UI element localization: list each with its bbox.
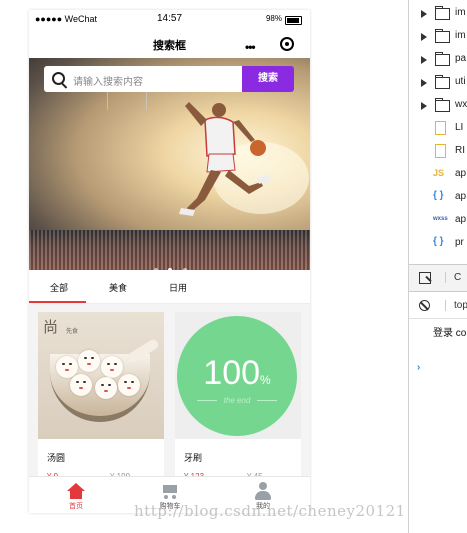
file-tree-file[interactable]: { } ap bbox=[409, 186, 467, 208]
tab-food[interactable]: 美食 bbox=[109, 281, 127, 294]
folder-name: im bbox=[455, 30, 466, 41]
search-bar[interactable]: 请输入搜索内容 bbox=[44, 66, 242, 92]
console-prompt-icon[interactable]: › bbox=[417, 362, 420, 373]
file-name: ap bbox=[455, 168, 467, 179]
home-icon bbox=[67, 483, 85, 499]
battery-percent: 98% bbox=[265, 14, 282, 23]
dumpling-graphic bbox=[101, 356, 123, 378]
file-name: LI bbox=[455, 122, 464, 133]
file-tree-file[interactable]: JS ap bbox=[409, 163, 467, 185]
folder-icon bbox=[435, 52, 450, 66]
product-image-toothbrush[interactable]: 100% the end bbox=[175, 312, 301, 439]
tabbar-home[interactable]: 首页 bbox=[29, 477, 123, 513]
console-filter-row: top bbox=[409, 294, 467, 319]
file-tree-folder[interactable]: im bbox=[409, 2, 467, 24]
close-miniprogram-icon[interactable] bbox=[280, 37, 294, 51]
tab-console[interactable]: C bbox=[445, 272, 461, 283]
image-caption: the end bbox=[223, 396, 251, 405]
folder-name: pa bbox=[455, 53, 467, 64]
category-tabs: 全部 美食 日用 bbox=[29, 270, 310, 304]
inspect-element-icon[interactable] bbox=[419, 272, 431, 284]
js-file-icon: JS bbox=[433, 168, 445, 178]
phone-simulator: ●●●●● WeChat 14:57 98% 搜索框 ••• 请输入搜索内容 搜… bbox=[29, 10, 310, 513]
file-tree-folder[interactable]: pa bbox=[409, 48, 467, 70]
file-name: ap bbox=[455, 214, 467, 225]
folder-icon bbox=[435, 29, 450, 43]
navigation-bar: 搜索框 ••• bbox=[29, 30, 310, 58]
folder-name: wx bbox=[455, 99, 467, 110]
file-tree-folder[interactable]: wx bbox=[409, 94, 467, 116]
search-input[interactable]: 请输入搜索内容 bbox=[73, 73, 143, 88]
expand-arrow-icon[interactable] bbox=[421, 33, 427, 41]
product-card[interactable]: 100% the end 牙刷 ¥ 123 ¥ 45 bbox=[175, 312, 301, 487]
tabbar-label: 首页 bbox=[69, 503, 83, 510]
tab-all[interactable]: 全部 bbox=[29, 281, 87, 303]
console-toolbar: C bbox=[409, 264, 467, 292]
console-log-line: 登录 co bbox=[433, 328, 467, 339]
status-time: 14:57 bbox=[157, 13, 183, 24]
expand-arrow-icon[interactable] bbox=[421, 10, 427, 18]
brand-subtitle: 先食 bbox=[66, 329, 79, 335]
screenshot: ●●●●● WeChat 14:57 98% 搜索框 ••• 请输入搜索内容 搜… bbox=[0, 0, 467, 533]
file-tree-file[interactable]: RI bbox=[409, 140, 467, 162]
status-bar: ●●●●● WeChat 14:57 98% bbox=[29, 10, 310, 30]
clear-console-icon[interactable] bbox=[419, 300, 430, 311]
image-number-value: 100 bbox=[203, 354, 261, 392]
devtools-panel: im im pa uti wx LI RI JS ap { } ap wxss ap … bbox=[408, 0, 467, 533]
context-selector[interactable]: top bbox=[445, 300, 467, 311]
expand-arrow-icon[interactable] bbox=[421, 102, 427, 110]
search-button[interactable]: 搜索 bbox=[242, 66, 294, 92]
folder-icon bbox=[435, 75, 450, 89]
file-name: ap bbox=[455, 191, 467, 202]
file-name: RI bbox=[455, 145, 465, 156]
file-tree-file[interactable]: { } pr bbox=[409, 232, 467, 254]
dumpling-graphic bbox=[95, 377, 117, 399]
expand-arrow-icon[interactable] bbox=[421, 56, 427, 64]
file-tree-folder[interactable]: im bbox=[409, 25, 467, 47]
file-name: pr bbox=[455, 237, 464, 248]
user-icon bbox=[255, 482, 271, 500]
file-icon bbox=[435, 144, 446, 158]
file-tree-file[interactable]: wxss ap bbox=[409, 209, 467, 231]
brand-logo: 尚 bbox=[43, 318, 59, 336]
battery-icon bbox=[285, 16, 302, 25]
watermark: http://blog.csdn.net/cheney20121 bbox=[134, 502, 406, 520]
shopping-cart-icon bbox=[161, 483, 179, 499]
folder-icon bbox=[435, 98, 450, 112]
image-number-unit: % bbox=[260, 373, 271, 387]
folder-icon bbox=[435, 6, 450, 20]
folder-name: im bbox=[455, 7, 466, 18]
product-name: 汤圆 bbox=[47, 453, 66, 463]
folder-name: uti bbox=[455, 76, 466, 87]
image-number: 100% bbox=[177, 354, 297, 393]
green-circle-graphic: 100% the end bbox=[177, 316, 297, 436]
more-menu-icon[interactable]: ••• bbox=[245, 40, 256, 54]
product-card[interactable]: 尚 先食 汤圆 ¥ 9 ¥ 199 bbox=[38, 312, 164, 487]
product-image-tangyuan[interactable]: 尚 先食 bbox=[38, 312, 164, 439]
dumpling-graphic bbox=[70, 374, 92, 396]
json-file-icon: { } bbox=[433, 236, 444, 247]
expand-arrow-icon[interactable] bbox=[421, 79, 427, 87]
file-tree-folder[interactable]: uti bbox=[409, 71, 467, 93]
json-file-icon: { } bbox=[433, 190, 444, 201]
tab-daily[interactable]: 日用 bbox=[169, 281, 187, 294]
wxss-file-icon: wxss bbox=[433, 216, 448, 222]
dumpling-graphic bbox=[118, 374, 140, 396]
carrier-label: ●●●●● WeChat bbox=[35, 14, 98, 24]
divider-line bbox=[257, 400, 277, 401]
file-icon bbox=[435, 121, 446, 135]
dumpling-graphic bbox=[78, 350, 100, 372]
page-title: 搜索框 bbox=[153, 40, 186, 52]
search-icon bbox=[52, 72, 65, 85]
carousel-indicators bbox=[151, 259, 190, 270]
product-name: 牙刷 bbox=[184, 453, 203, 463]
file-tree-file[interactable]: LI bbox=[409, 117, 467, 139]
